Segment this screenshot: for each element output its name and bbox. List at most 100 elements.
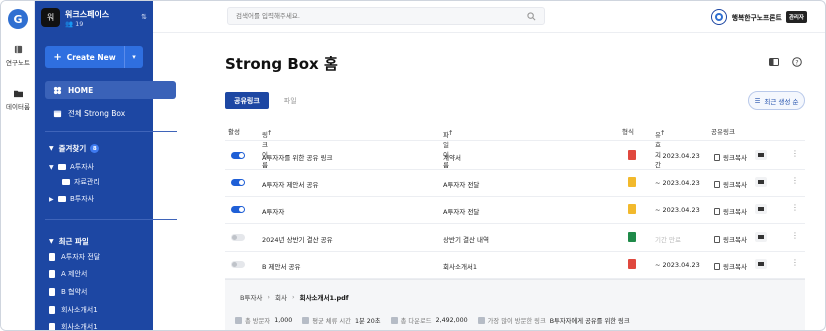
mail-icon xyxy=(758,235,764,239)
workspace-switcher[interactable]: 워 워크스페이스 👥 19 ⇅ xyxy=(41,8,147,30)
copy-link-button[interactable]: 링크복사 xyxy=(714,152,747,162)
expiry-date: ~ 2023.04.23 xyxy=(655,152,700,160)
search-input[interactable] xyxy=(228,8,508,24)
file-name: 계약서 xyxy=(443,154,461,162)
sidebar-item-all-strongbox[interactable]: 전체 Strong Box xyxy=(45,104,176,122)
pdf-file-icon xyxy=(628,259,636,269)
toggle-knob xyxy=(239,207,244,212)
recent-file-label: A 제안서 xyxy=(61,270,88,278)
mail-button[interactable] xyxy=(755,232,767,242)
more-icon[interactable]: ⋮ xyxy=(791,149,799,158)
more-icon[interactable]: ⋮ xyxy=(791,203,799,212)
tab-files[interactable]: 파일 xyxy=(275,92,306,109)
table-row[interactable]: B 제안서 공유 회사소개서1 ~ 2023.04.23 링크복사 ⋮ xyxy=(225,251,805,279)
table-row[interactable]: 2024년 상반기 결산 공유 상반기 결산 내역 기간 만료 링크복사 ⋮ xyxy=(225,224,805,252)
app-logo-icon[interactable]: G xyxy=(8,9,28,29)
copy-link-label: 링크복사 xyxy=(723,236,747,244)
sort-button[interactable]: ☰ 최근 생성 순 xyxy=(748,91,805,110)
copy-icon xyxy=(714,207,720,215)
expiry-date: ~ 2023.04.23 xyxy=(655,261,700,269)
member-count: 19 xyxy=(75,20,84,28)
tree-item-b-investor[interactable]: ▶ B투자사 xyxy=(49,194,94,204)
chevron-updown-icon[interactable]: ⇅ xyxy=(141,13,147,21)
sidebar-divider xyxy=(45,131,177,132)
favorites-header[interactable]: ▼ 즐겨찾기 8 xyxy=(49,143,100,154)
breadcrumb-item[interactable]: 회사 xyxy=(275,292,287,302)
xls-file-icon xyxy=(628,232,636,242)
active-toggle[interactable] xyxy=(231,261,245,268)
all-strongbox-label: 전체 Strong Box xyxy=(68,108,126,118)
help-icon[interactable]: ? xyxy=(792,57,802,67)
file-name: 회사소개서1 xyxy=(443,263,478,271)
user-avatar xyxy=(710,8,727,25)
more-icon[interactable]: ⋮ xyxy=(791,258,799,267)
table-row[interactable]: A투자자 A투자자 전달 ~ 2023.04.23 링크복사 ⋮ xyxy=(225,196,805,224)
stat-downloads: 총 다운로드 2,492,000 xyxy=(390,316,468,325)
copy-link-button[interactable]: 링크복사 xyxy=(714,206,747,216)
create-new-main[interactable]: + Create New xyxy=(45,46,125,68)
mail-button[interactable] xyxy=(755,204,767,214)
table-row[interactable]: A투자자를 위한 공유 링크 계약서 ~ 2023.04.23 링크복사 ⋮ xyxy=(225,142,805,170)
mail-button[interactable] xyxy=(755,177,767,187)
more-icon[interactable]: ⋮ xyxy=(791,231,799,240)
link-name: A투자자를 위한 공유 링크 xyxy=(262,154,333,162)
copy-icon xyxy=(714,180,720,188)
copy-link-button[interactable]: 링크복사 xyxy=(714,261,747,271)
user-name: 행복한구노프론트 xyxy=(731,13,782,22)
app-window: G 연구노트 데이터룸 워 워크스페이스 👥 19 ⇅ + Create New … xyxy=(0,0,826,331)
sidebar-item-home[interactable]: HOME xyxy=(45,81,176,99)
book-icon xyxy=(14,45,22,54)
document-icon xyxy=(49,288,55,296)
tree-item-data-management[interactable]: 자료관리 xyxy=(62,177,100,187)
home-label: HOME xyxy=(68,85,94,95)
mail-button[interactable] xyxy=(755,150,767,160)
expiry-date: ~ 2023.04.23 xyxy=(655,206,700,214)
recent-file-label: 회사소개서1 xyxy=(61,323,98,331)
recent-file-item[interactable]: 회사소개서1 xyxy=(49,305,98,315)
recent-file-label: A투자자 전달 xyxy=(61,253,101,261)
toggle-knob xyxy=(232,262,237,267)
visitors-icon xyxy=(235,317,242,324)
recent-files-header[interactable]: ▼ 최근 파일 xyxy=(49,236,89,247)
copy-link-button[interactable]: 링크복사 xyxy=(714,179,747,189)
stat-label: 평균 체류 시간 xyxy=(312,318,351,325)
panel-toggle-icon[interactable] xyxy=(769,57,779,67)
header-share-link: 공유링크 xyxy=(711,128,735,136)
tab-share-links[interactable]: 공유링크 xyxy=(225,92,269,109)
stat-label: 총 다운로드 xyxy=(400,318,432,325)
caret-down-icon: ▼ xyxy=(49,238,54,245)
rail-label-notes: 연구노트 xyxy=(6,59,30,67)
folder-icon xyxy=(62,179,70,185)
recent-file-item[interactable]: 회사소개서1 xyxy=(49,322,98,331)
sort-icon: ☰ xyxy=(754,96,761,105)
active-toggle[interactable] xyxy=(231,152,245,159)
ppt-file-icon xyxy=(628,177,636,187)
user-menu[interactable]: 행복한구노프론트 관리자 xyxy=(710,8,807,25)
recent-file-item[interactable]: B 협약서 xyxy=(49,287,87,297)
recent-file-item[interactable]: A 제안서 xyxy=(49,269,87,279)
rail-item-dataroom[interactable]: 데이터룸 xyxy=(1,89,35,111)
rail-item-notes[interactable]: 연구노트 xyxy=(1,45,35,67)
table-row[interactable]: A투자자 제안서 공유 A투자자 전달 ~ 2023.04.23 링크복사 ⋮ xyxy=(225,169,805,197)
more-icon[interactable]: ⋮ xyxy=(791,176,799,185)
tree-item-a-investor[interactable]: ▼ A투자사 xyxy=(49,162,94,172)
breadcrumb-item[interactable]: B투자사 xyxy=(240,292,262,302)
active-toggle[interactable] xyxy=(231,234,245,241)
breadcrumb-current: 회사소개서1.pdf xyxy=(299,294,349,302)
mail-icon xyxy=(758,207,764,211)
mail-button[interactable] xyxy=(755,259,767,269)
search-box[interactable] xyxy=(227,7,545,25)
recent-file-item[interactable]: A투자자 전달 xyxy=(49,252,100,262)
search-icon[interactable] xyxy=(527,12,536,21)
create-new-dropdown-icon[interactable]: ▾ xyxy=(125,46,143,68)
link-name: A투자자 xyxy=(262,208,285,216)
create-new-button[interactable]: + Create New ▾ xyxy=(45,46,143,68)
copy-link-button[interactable]: 링크복사 xyxy=(714,234,747,244)
toggle-knob xyxy=(239,153,244,158)
caret-down-icon: ▼ xyxy=(49,163,54,171)
download-icon xyxy=(390,317,398,324)
active-toggle[interactable] xyxy=(231,206,245,213)
mail-icon xyxy=(758,153,764,157)
active-toggle[interactable] xyxy=(231,179,245,186)
content-tabs: 공유링크 파일 xyxy=(225,92,306,109)
